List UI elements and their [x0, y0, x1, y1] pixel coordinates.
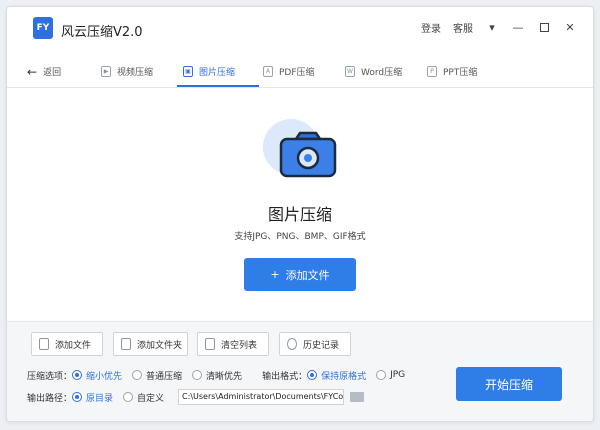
toolbar-clear-list-button[interactable]: 清空列表 [197, 332, 269, 356]
back-label: 返回 [43, 68, 62, 78]
radio-icon [192, 370, 203, 380]
tab-label: PDF压缩 [279, 68, 315, 78]
start-compress-button[interactable]: 开始压缩 [456, 367, 562, 401]
folder-icon [121, 338, 131, 350]
option-label: 原目录 [86, 393, 114, 404]
add-file-label: 添加文件 [285, 268, 330, 282]
app-window: FY 风云压缩V2.0 登录 客服 ▾ — ✕ ← 返回 ▶ 视频压缩 ▣ 图片… [6, 6, 594, 422]
tab-label: PPT压缩 [443, 68, 478, 78]
tab-ppt[interactable]: P PPT压缩 [427, 55, 477, 88]
add-file-button[interactable]: + 添加文件 [244, 258, 356, 291]
image-icon: ▣ [183, 66, 193, 77]
radio-icon [307, 370, 318, 380]
compress-option-normal[interactable]: 普通压缩 [132, 369, 182, 382]
service-link[interactable]: 客服 [453, 20, 473, 35]
path-option-custom[interactable]: 自定义 [123, 391, 164, 404]
clock-icon [287, 338, 297, 350]
page-title: 图片压缩 [267, 205, 332, 224]
output-path-field[interactable]: C:\Users\Administrator\Documents\FYCom [178, 389, 345, 405]
back-button[interactable]: ← 返回 [27, 55, 61, 88]
pdf-icon: A [263, 66, 273, 77]
radio-icon [72, 392, 83, 402]
title-bar: FY 风云压缩V2.0 登录 客服 ▾ — ✕ [7, 7, 593, 47]
tab-label: Word压缩 [361, 68, 403, 78]
nav-bar: ← 返回 ▶ 视频压缩 ▣ 图片压缩 A PDF压缩 W Word压缩 P PP… [7, 55, 593, 88]
close-icon[interactable]: ✕ [563, 21, 577, 35]
format-label: 输出格式： [262, 371, 308, 382]
dropdown-icon[interactable]: ▾ [485, 21, 499, 35]
option-label: 普通压缩 [146, 371, 183, 382]
toolbar-history-button[interactable]: 历史记录 [279, 332, 351, 356]
option-label: 清晰优先 [206, 371, 243, 382]
format-option-jpg[interactable]: JPG [376, 370, 405, 380]
option-label: 自定义 [137, 393, 165, 404]
back-arrow-icon: ← [27, 64, 38, 79]
toolbar-label: 历史记录 [303, 340, 340, 351]
toolbar-label: 添加文件 [55, 340, 92, 351]
options-row: 压缩选项： 缩小优先 普通压缩 清晰优先 输出格式： 保持原格式 JPG [27, 367, 415, 383]
compress-label: 压缩选项： [27, 371, 73, 382]
app-title: 风云压缩V2.0 [61, 25, 143, 40]
active-tab-underline [177, 85, 259, 87]
trash-icon [205, 338, 215, 350]
path-row: 输出路径： 原目录 自定义 C:\Users\Administrator\Doc… [27, 389, 365, 405]
browse-folder-icon[interactable] [350, 392, 365, 402]
app-logo: FY [33, 17, 53, 39]
camera-icon [279, 131, 337, 178]
file-icon [39, 338, 49, 350]
supported-formats: 支持JPG、PNG、BMP、GIF格式 [234, 232, 366, 242]
ppt-icon: P [427, 66, 437, 77]
tab-video[interactable]: ▶ 视频压缩 [101, 55, 153, 88]
compress-option-small[interactable]: 缩小优先 [72, 369, 122, 382]
radio-icon [132, 370, 143, 380]
path-label: 输出路径： [27, 393, 73, 404]
title-actions: 登录 客服 ▾ — ✕ [421, 20, 577, 35]
minimize-icon[interactable]: — [511, 21, 525, 35]
radio-icon [376, 370, 387, 380]
compress-option-clear[interactable]: 清晰优先 [192, 369, 242, 382]
toolbar-label: 添加文件夹 [137, 340, 183, 351]
format-option-keep[interactable]: 保持原格式 [307, 369, 366, 382]
path-option-source[interactable]: 原目录 [72, 391, 113, 404]
tab-image[interactable]: ▣ 图片压缩 [183, 55, 235, 88]
bottom-panel: 添加文件 添加文件夹 清空列表 历史记录 压缩选项： 缩小优先 普通压缩 清晰优… [7, 321, 593, 421]
toolbar-add-file-button[interactable]: 添加文件 [31, 332, 103, 356]
maximize-icon[interactable] [537, 21, 551, 35]
tab-pdf[interactable]: A PDF压缩 [263, 55, 315, 88]
radio-icon [123, 392, 134, 402]
option-label: 缩小优先 [86, 371, 123, 382]
tab-label: 图片压缩 [199, 68, 236, 78]
toolbar-add-folder-button[interactable]: 添加文件夹 [113, 332, 188, 356]
tab-label: 视频压缩 [117, 68, 154, 78]
login-link[interactable]: 登录 [421, 20, 441, 35]
toolbar-label: 清空列表 [221, 340, 258, 351]
option-label: 保持原格式 [321, 371, 367, 382]
word-icon: W [345, 66, 355, 77]
tab-word[interactable]: W Word压缩 [345, 55, 402, 88]
option-label: JPG [390, 370, 406, 380]
plus-icon: + [270, 268, 280, 281]
radio-icon [72, 370, 83, 380]
video-icon: ▶ [101, 66, 111, 77]
